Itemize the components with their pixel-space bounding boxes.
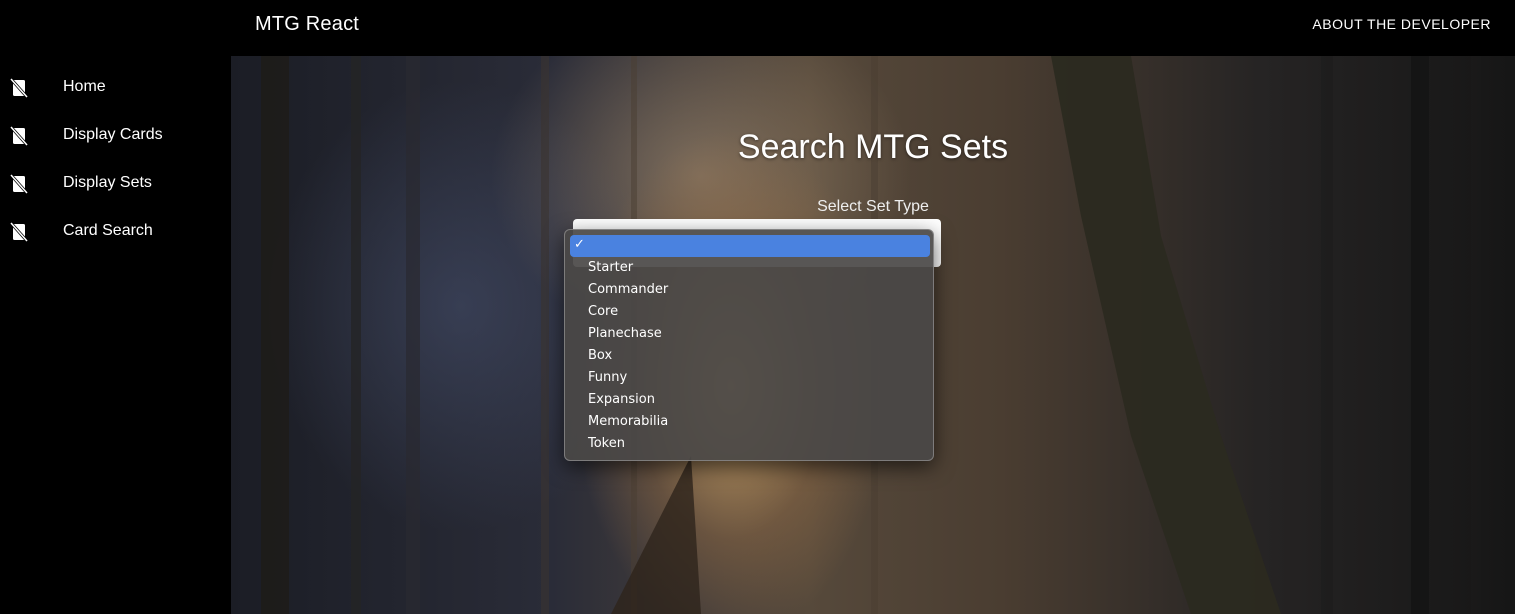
no-card-icon (10, 126, 28, 146)
dropdown-option-token[interactable]: Token (570, 433, 930, 455)
sidebar: Home Display Cards Display Sets Card Sea… (0, 56, 231, 614)
dropdown-option-box[interactable]: Box (570, 345, 930, 367)
checkmark-icon: ✓ (574, 237, 585, 252)
sidebar-item-display-cards[interactable]: Display Cards (0, 112, 231, 160)
option-label: Memorabilia (588, 414, 669, 429)
option-label: Starter (588, 260, 634, 275)
option-label: Commander (588, 282, 669, 297)
no-card-icon (10, 222, 28, 242)
dropdown-option-core[interactable]: Core (570, 301, 930, 323)
option-label: Token (588, 436, 625, 451)
dropdown-option-expansion[interactable]: Expansion (570, 389, 930, 411)
sidebar-item-label: Home (63, 78, 106, 95)
dropdown-option-starter[interactable]: Starter (570, 257, 930, 279)
page-title: Search MTG Sets (737, 128, 1009, 166)
dropdown-option-funny[interactable]: Funny (570, 367, 930, 389)
sidebar-item-display-sets[interactable]: Display Sets (0, 160, 231, 208)
option-label: Planechase (588, 326, 662, 341)
option-label: Funny (588, 370, 628, 385)
sidebar-item-label: Display Sets (63, 174, 152, 191)
option-label: Expansion (588, 392, 655, 407)
app-bar: MTG React ABOUT THE DEVELOPER (0, 0, 1515, 56)
main-content: Search MTG Sets Select Set Type ✓ Starte… (231, 56, 1515, 614)
option-label: Box (588, 348, 613, 363)
set-type-dropdown-menu: ✓ Starter Commander Core Planechase Box … (564, 229, 934, 461)
app-title: MTG React (255, 13, 360, 35)
dropdown-option-planechase[interactable]: Planechase (570, 323, 930, 345)
sidebar-item-label: Display Cards (63, 126, 163, 143)
sidebar-item-home[interactable]: Home (0, 64, 231, 112)
no-card-icon (10, 174, 28, 194)
option-label: Core (588, 304, 619, 319)
select-set-type-label: Select Set Type (817, 198, 929, 215)
sidebar-item-label: Card Search (63, 222, 153, 239)
sidebar-item-card-search[interactable]: Card Search (0, 208, 231, 256)
dropdown-option-commander[interactable]: Commander (570, 279, 930, 301)
about-developer-link[interactable]: ABOUT THE DEVELOPER (1312, 16, 1491, 32)
dropdown-option-memorabilia[interactable]: Memorabilia (570, 411, 930, 433)
no-card-icon (10, 78, 28, 98)
dropdown-option-empty[interactable]: ✓ (570, 235, 930, 257)
